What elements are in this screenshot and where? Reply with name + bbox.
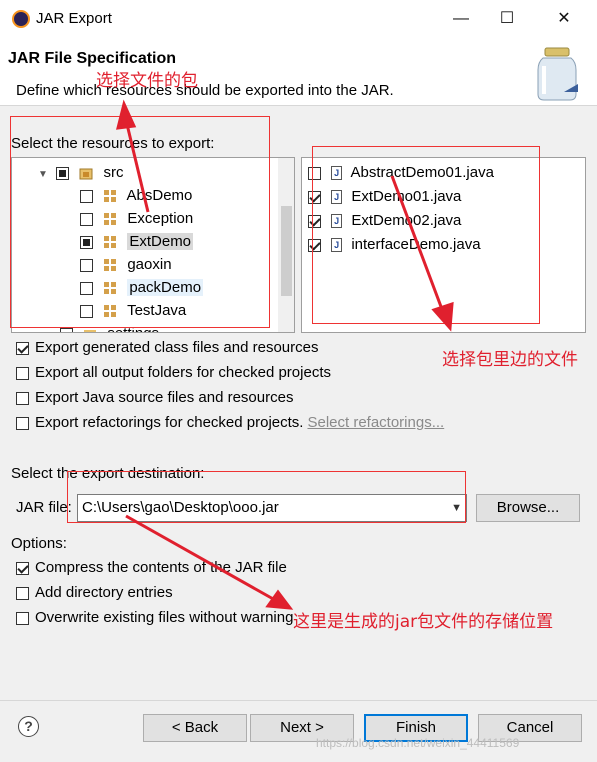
checkbox[interactable]: [16, 416, 29, 430]
checkbox[interactable]: [16, 611, 29, 625]
annotation-box-files: [312, 146, 540, 324]
annotation-box-jar-path: [67, 471, 466, 523]
eclipse-icon: [12, 10, 30, 28]
watermark: https://blog.csdn.net/weixin_44411569: [316, 736, 520, 750]
tree-scrollbar[interactable]: [278, 158, 294, 332]
option-export-class-files[interactable]: Export generated class files and resourc…: [16, 337, 318, 359]
checkbox[interactable]: [60, 327, 73, 332]
window-title: JAR Export: [36, 10, 112, 27]
back-button[interactable]: < Back: [143, 714, 247, 742]
jar-icon: [537, 47, 578, 101]
checkbox[interactable]: [16, 341, 29, 355]
checkbox[interactable]: [16, 391, 29, 405]
checkbox[interactable]: [16, 561, 29, 575]
scrollbar-thumb[interactable]: [281, 206, 292, 296]
option-export-output-folders[interactable]: Export all output folders for checked pr…: [16, 362, 331, 384]
checkbox[interactable]: [16, 366, 29, 380]
browse-button[interactable]: Browse...: [476, 494, 580, 522]
option-compress[interactable]: Compress the contents of the JAR file: [16, 557, 287, 579]
option-export-source-files[interactable]: Export Java source files and resources: [16, 387, 293, 409]
maximize-button[interactable]: ☐: [484, 4, 530, 34]
annotation-choose-files: 选择包里边的文件: [442, 350, 578, 370]
footer-divider: [0, 700, 597, 701]
options-label: Options:: [11, 535, 67, 552]
annotation-box-packages: [10, 116, 270, 328]
option-directory-entries[interactable]: Add directory entries: [16, 582, 173, 604]
checkbox[interactable]: [16, 586, 29, 600]
option-overwrite[interactable]: Overwrite existing files without warning: [16, 607, 293, 629]
option-export-refactorings[interactable]: Export refactorings for checked projects…: [16, 412, 444, 434]
page-description: Define which resources should be exporte…: [16, 82, 394, 99]
annotation-choose-package: 选择文件的包: [96, 71, 198, 91]
annotation-jar-location: 这里是生成的jar包文件的存储位置: [293, 612, 554, 632]
help-icon[interactable]: ?: [18, 716, 39, 737]
jar-file-label: JAR file:: [16, 499, 72, 516]
title-bar: JAR Export — ☐ ✕: [0, 0, 597, 38]
select-refactorings-link[interactable]: Select refactorings...: [307, 414, 444, 431]
minimize-button[interactable]: —: [438, 4, 484, 34]
wizard-header: JAR File Specification Define which reso…: [0, 38, 597, 106]
close-button[interactable]: ✕: [541, 4, 587, 34]
